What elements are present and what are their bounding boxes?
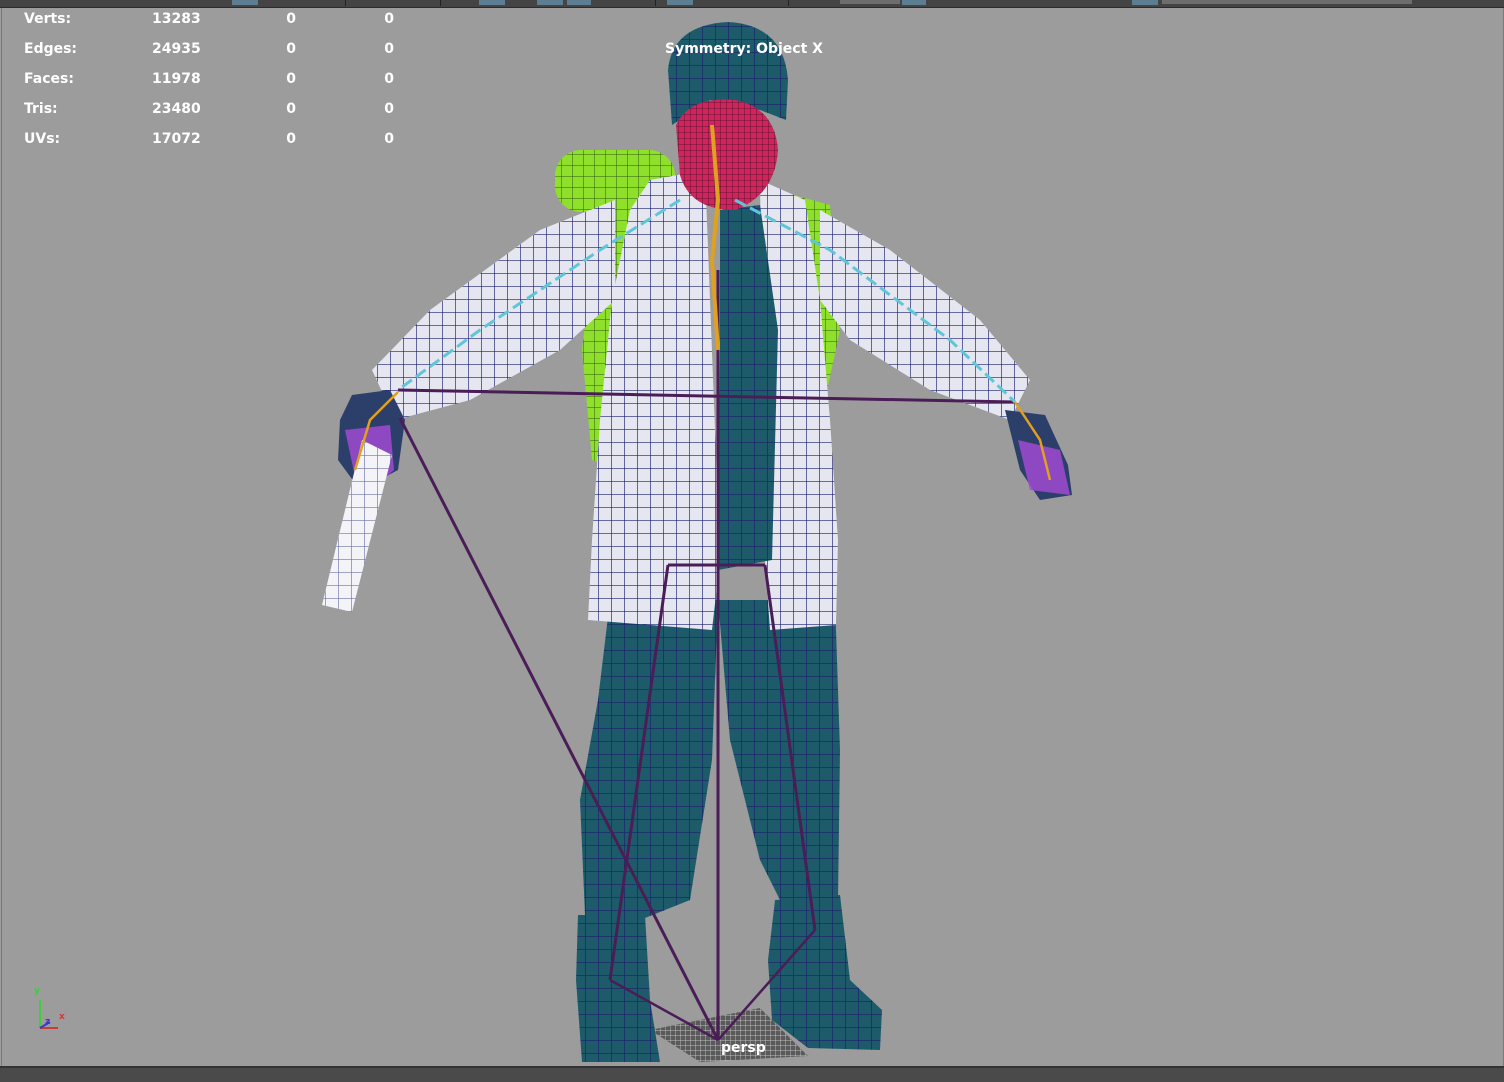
character-model[interactable]: [0, 0, 1504, 1080]
hud-total: 23480: [152, 101, 201, 117]
hud-lit: 0: [384, 131, 394, 147]
hud-label: Faces:: [24, 71, 74, 87]
hud-total: 11978: [152, 71, 201, 87]
hud-selected: 0: [286, 11, 296, 27]
hud-selected: 0: [286, 41, 296, 57]
hud-total: 13283: [152, 11, 201, 27]
hud-selected: 0: [286, 131, 296, 147]
hud-lit: 0: [384, 41, 394, 57]
hud-selected: 0: [286, 71, 296, 87]
hud-total: 24935: [152, 41, 201, 57]
hud-label: Edges:: [24, 41, 78, 57]
hud-lit: 0: [384, 71, 394, 87]
hud-selected: 0: [286, 101, 296, 117]
hud-label: Tris:: [24, 101, 58, 117]
axis-y-label: y: [34, 986, 40, 996]
axis-z-label: z: [45, 1017, 51, 1027]
hud-label: UVs:: [24, 131, 61, 147]
hud-label: Verts:: [24, 11, 72, 27]
axis-x-label: x: [59, 1012, 65, 1022]
hud-total: 17072: [152, 131, 201, 147]
legs-mesh[interactable]: [576, 600, 882, 1062]
hud-lit: 0: [384, 11, 394, 27]
camera-name-label: persp: [721, 1040, 766, 1056]
symmetry-label: Symmetry: Object X: [665, 41, 823, 57]
hud-lit: 0: [384, 101, 394, 117]
